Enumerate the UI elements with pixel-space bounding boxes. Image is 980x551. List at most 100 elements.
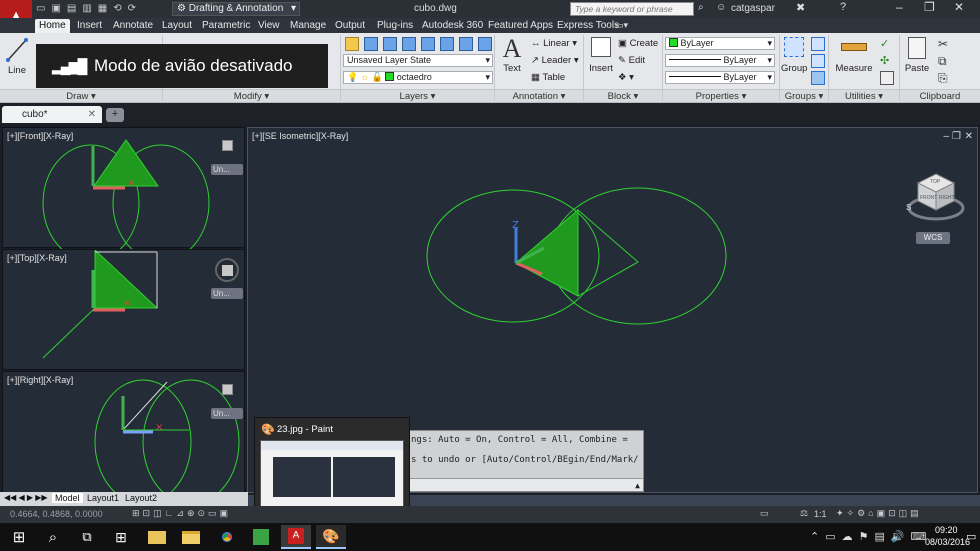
- tab-layout1[interactable]: Layout1: [84, 493, 122, 503]
- clipboard-panel-label[interactable]: Clipboard: [900, 89, 980, 102]
- ribbon-toggle-icon[interactable]: ▭▾: [615, 20, 628, 31]
- layout-icon[interactable]: ▭: [760, 508, 769, 519]
- viewcube-mini[interactable]: [222, 140, 233, 151]
- tab-parametric[interactable]: Parametric: [198, 19, 254, 33]
- named-view-dropdown[interactable]: Un...: [211, 288, 243, 299]
- viewport-right[interactable]: [+][Right][X-Ray] × Un...: [2, 371, 245, 494]
- taskbar-app[interactable]: [212, 525, 242, 549]
- modify-panel-label[interactable]: Modify ▾: [163, 89, 340, 102]
- layer-properties-icon[interactable]: [345, 37, 359, 51]
- annotation-scale[interactable]: 1:1: [814, 509, 827, 519]
- tab-model[interactable]: Model: [52, 493, 83, 503]
- workspace-dropdown[interactable]: ⚙ Drafting & Annotation ▾: [172, 2, 300, 16]
- linetype-dropdown[interactable]: ByLayer ▾: [665, 54, 775, 67]
- user-name[interactable]: catgaspar: [731, 3, 775, 14]
- command-input[interactable]: [407, 478, 643, 491]
- viewcube[interactable]: TOP FRONT RIGHT S: [906, 170, 966, 222]
- tab-featured-apps[interactable]: Featured Apps: [484, 19, 557, 33]
- tab-annotate[interactable]: Annotate: [109, 19, 157, 33]
- named-view-dropdown[interactable]: Un...: [211, 164, 243, 175]
- ungroup-icon[interactable]: [811, 54, 825, 68]
- search-button[interactable]: ⌕: [38, 525, 68, 549]
- groups-panel-label[interactable]: Groups ▾: [780, 89, 828, 102]
- taskbar-app[interactable]: [246, 525, 276, 549]
- command-line[interactable]: ngs: Auto = On, Control = All, Combine =…: [406, 430, 644, 492]
- layer-tool-icon[interactable]: [459, 37, 473, 51]
- document-tab[interactable]: cubo* ✕: [2, 106, 102, 123]
- layer-tool-icon[interactable]: [440, 37, 454, 51]
- block-panel-label[interactable]: Block ▾: [584, 89, 662, 102]
- utilities-panel-label[interactable]: Utilities ▾: [829, 89, 899, 102]
- chevron-up-icon[interactable]: ▲: [635, 481, 640, 490]
- viewcube-right-label[interactable]: RIGHT: [939, 195, 955, 201]
- group-selection-icon[interactable]: [811, 71, 825, 85]
- clock-time[interactable]: 09:20: [935, 525, 958, 535]
- tab-manage[interactable]: Manage: [286, 19, 330, 33]
- airplane-mode-toast[interactable]: ▂▄▆█ Modo de avião desativado: [36, 44, 328, 88]
- line-button[interactable]: Line: [4, 35, 30, 83]
- search-input[interactable]: [571, 3, 693, 15]
- paste-button[interactable]: Paste: [903, 37, 931, 85]
- create-block-button[interactable]: ▣ Create: [618, 38, 658, 49]
- linear-button[interactable]: ↔ Linear ▾: [531, 38, 577, 49]
- tab-scroll-icons[interactable]: ◀◀ ◀ ▶ ▶▶: [4, 493, 48, 502]
- measure-button[interactable]: Measure: [834, 37, 874, 85]
- search-icon[interactable]: ⌕: [698, 2, 704, 13]
- annotation-panel-label[interactable]: Annotation ▾: [495, 89, 583, 102]
- viewcube-mini[interactable]: [222, 384, 233, 395]
- group-edit-icon[interactable]: [811, 37, 825, 51]
- viewcube-front-label[interactable]: FRONT: [920, 195, 937, 201]
- named-view-dropdown[interactable]: Un...: [211, 408, 243, 419]
- restore-icon[interactable]: ❐: [924, 0, 935, 14]
- cut-icon[interactable]: ✂: [938, 37, 952, 51]
- compass-south-label[interactable]: S: [906, 203, 911, 212]
- properties-panel-label[interactable]: Properties ▾: [663, 89, 779, 102]
- insert-button[interactable]: Insert: [587, 37, 615, 85]
- quick-select-icon[interactable]: ✓: [880, 37, 894, 51]
- close-tab-icon[interactable]: ✕: [88, 106, 96, 123]
- wcs-menu[interactable]: WCS: [916, 232, 950, 244]
- text-button[interactable]: A Text: [499, 35, 525, 85]
- minimize-icon[interactable]: –: [896, 0, 903, 14]
- taskbar-app-autocad[interactable]: A: [281, 525, 311, 549]
- tab-layout2[interactable]: Layout2: [122, 493, 160, 503]
- layer-tool-icon[interactable]: [421, 37, 435, 51]
- color-dropdown[interactable]: ByLayer ▾: [665, 37, 775, 50]
- edit-block-button[interactable]: ✎ Edit: [618, 55, 645, 66]
- help-icon[interactable]: ?: [840, 1, 846, 13]
- tab-view[interactable]: View: [254, 19, 284, 33]
- tab-insert[interactable]: Insert: [73, 19, 106, 33]
- clock-date[interactable]: 08/03/2016: [925, 537, 970, 547]
- close-icon[interactable]: ✕: [954, 0, 964, 14]
- layer-tool-icon[interactable]: [478, 37, 492, 51]
- viewport-front[interactable]: [+][Front][X-Ray] × Un...: [2, 127, 245, 249]
- status-tool-icons[interactable]: ✦✧⚙⌂▣⊡◫▤: [836, 508, 922, 519]
- layers-panel-label[interactable]: Layers ▾: [341, 89, 494, 102]
- copy-icon[interactable]: ⧉: [938, 54, 952, 68]
- layer-state-dropdown[interactable]: Unsaved Layer State ▾: [343, 54, 493, 67]
- group-button[interactable]: Group: [781, 37, 807, 85]
- taskbar-app-paint[interactable]: 🎨: [316, 525, 346, 549]
- exchange-icon[interactable]: ✖: [796, 1, 805, 14]
- tray-icons[interactable]: ⌃▭☁⚑▤🔊⌨: [810, 530, 932, 543]
- layer-tool-icon[interactable]: [402, 37, 416, 51]
- match-properties-icon[interactable]: ⎘: [938, 71, 952, 85]
- layer-tool-icon[interactable]: [383, 37, 397, 51]
- leader-button[interactable]: ↗ Leader ▾: [531, 55, 579, 66]
- id-point-icon[interactable]: ✣: [880, 54, 894, 68]
- annotation-scale-icon[interactable]: ⚖: [800, 508, 808, 519]
- table-button[interactable]: ▦ Table: [531, 72, 565, 83]
- tab-plugins[interactable]: Plug-ins: [373, 19, 417, 33]
- coordinate-readout[interactable]: 0.4664, 0.4868, 0.0000: [10, 509, 103, 519]
- tab-layout[interactable]: Layout: [158, 19, 196, 33]
- draw-panel-label[interactable]: Draw ▾: [0, 89, 162, 102]
- taskbar-app[interactable]: ⊞: [106, 525, 136, 549]
- tab-home[interactable]: Home: [35, 19, 70, 33]
- layer-tool-icon[interactable]: [364, 37, 378, 51]
- new-tab-button[interactable]: +: [106, 108, 124, 122]
- current-layer-dropdown[interactable]: 💡 ☼ 🔓 octaedro ▾: [343, 71, 493, 84]
- taskbar-app[interactable]: [176, 525, 206, 549]
- status-toggle-icons[interactable]: ⊞⊡◫∟⊿⊕⊙▭▣: [132, 508, 231, 519]
- viewcube-mini[interactable]: [215, 258, 239, 282]
- tab-output[interactable]: Output: [331, 19, 369, 33]
